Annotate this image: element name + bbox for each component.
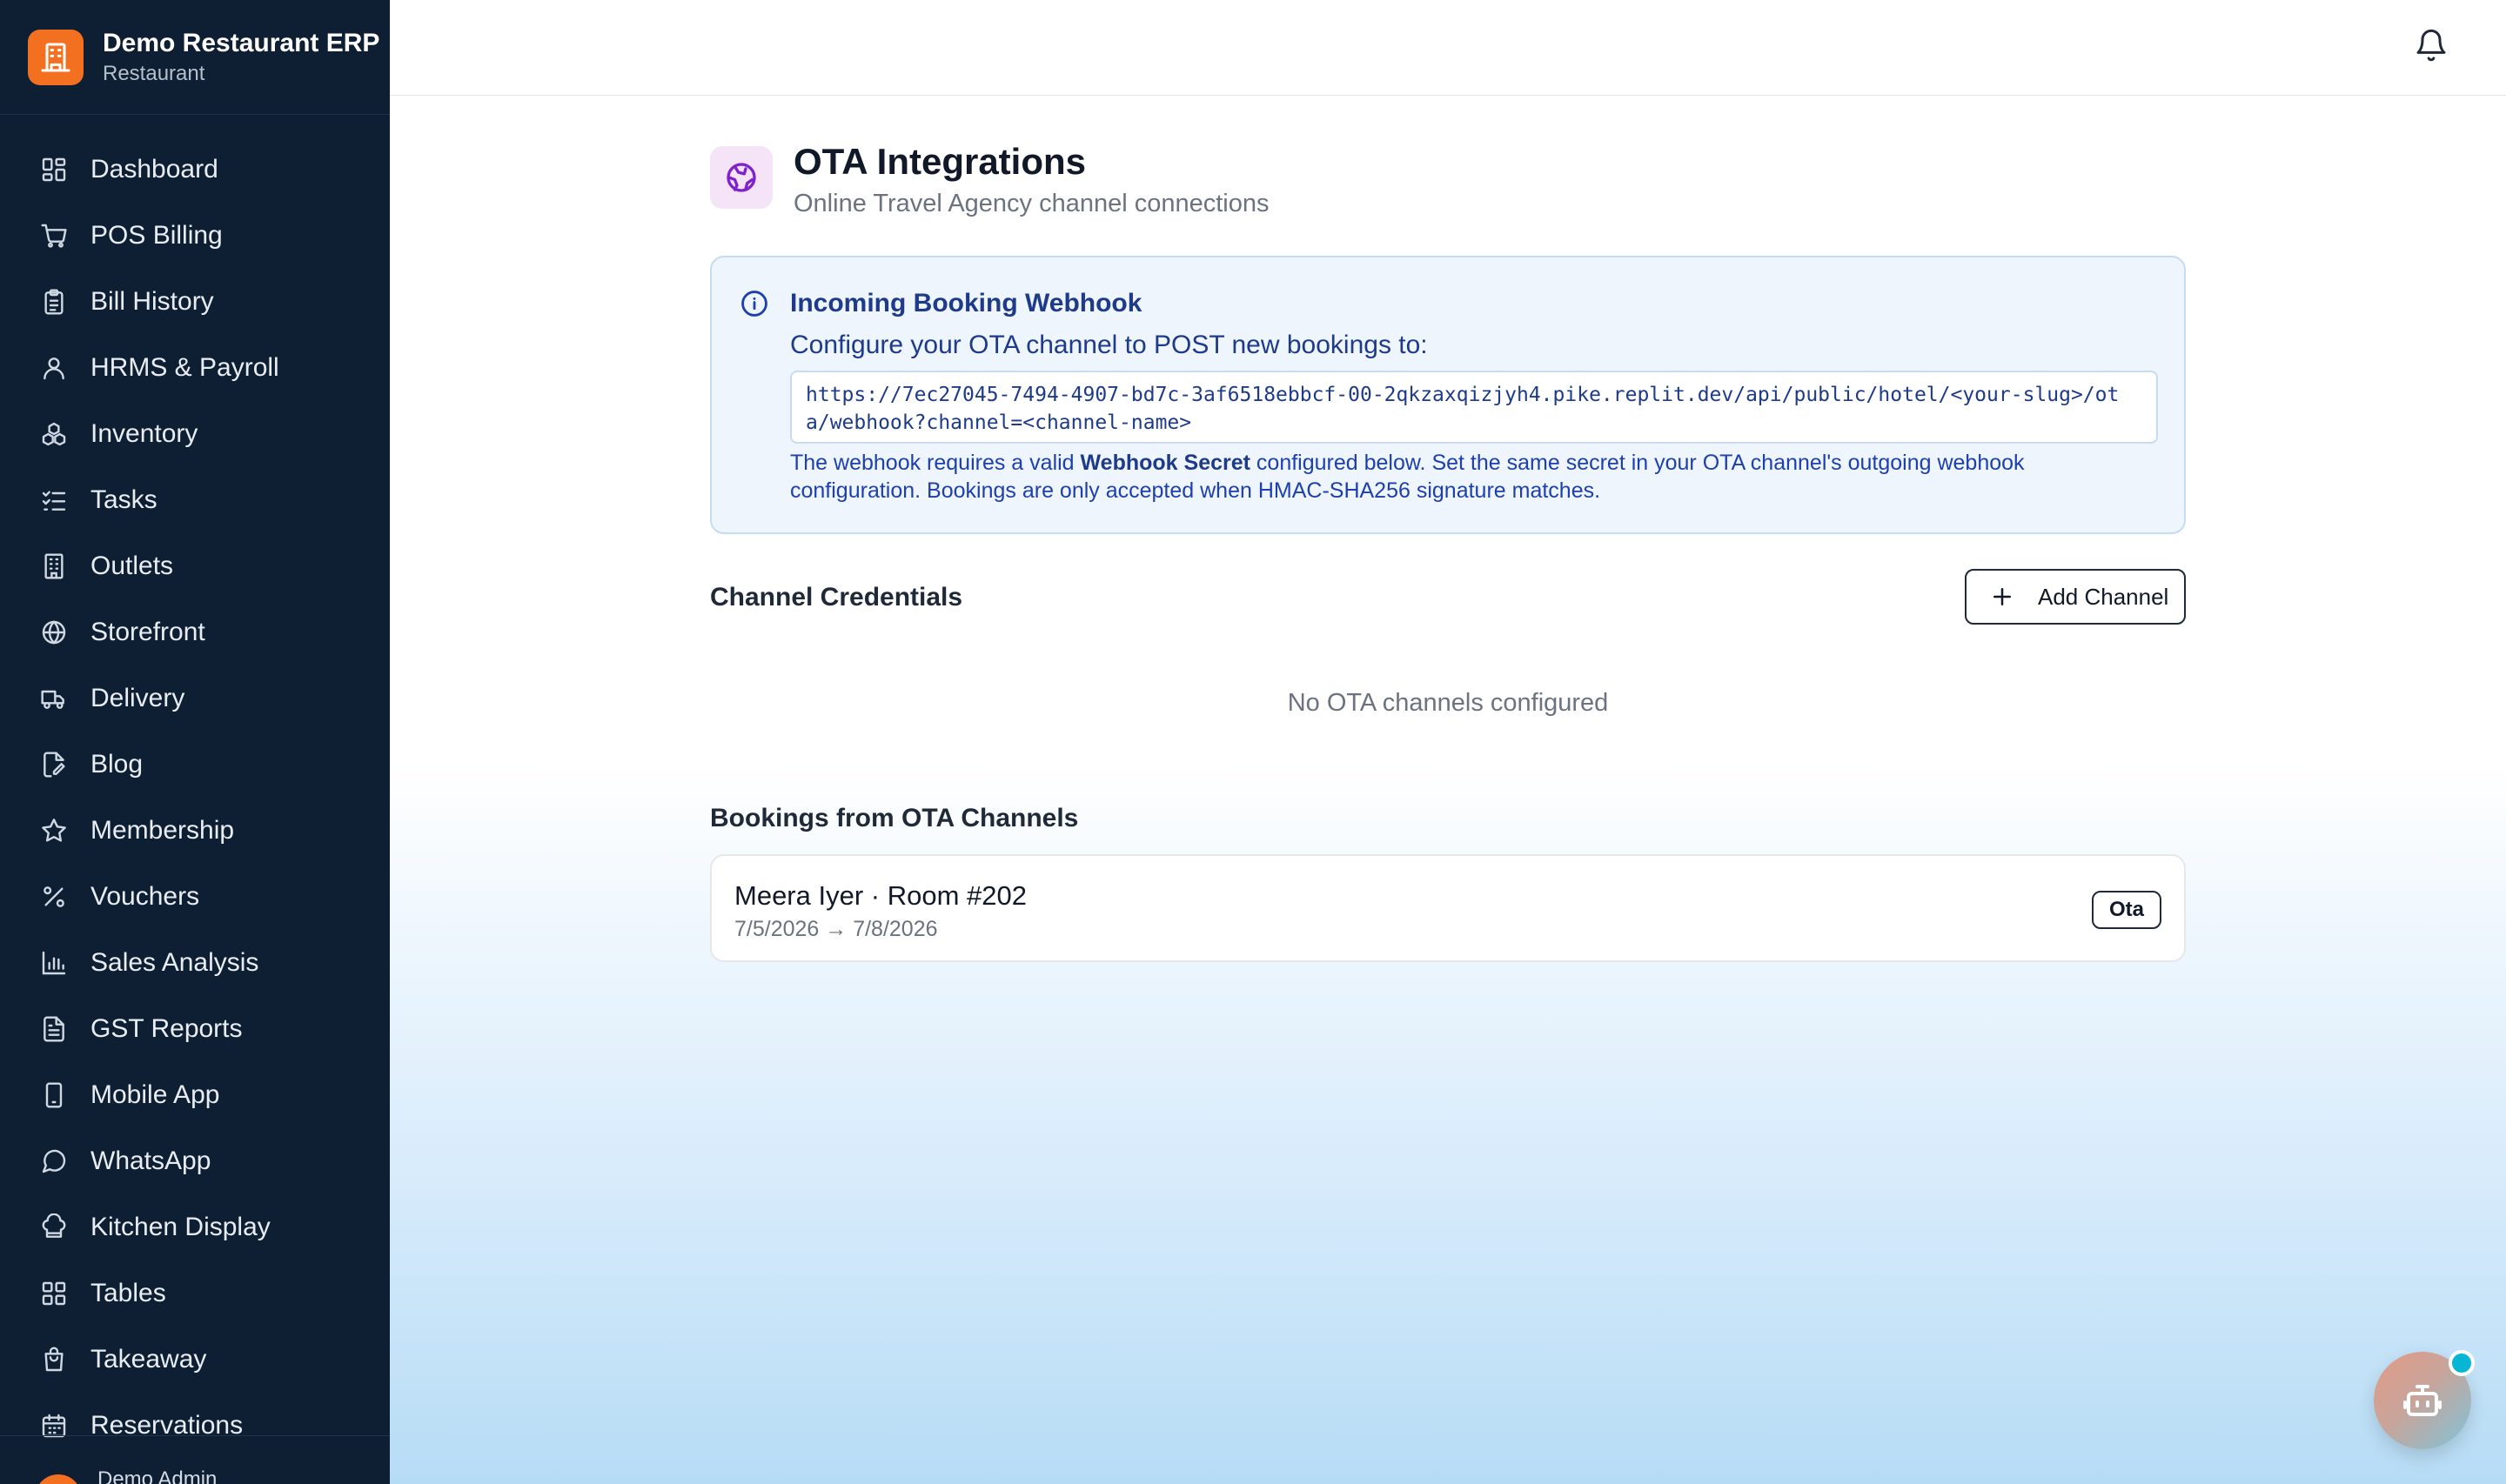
booking-dates: 7/5/2026 → 7/8/2026 (734, 917, 938, 941)
status-dot (2449, 1350, 2475, 1376)
sidebar-item-label: Delivery (90, 684, 185, 712)
sidebar-item-vouchers[interactable]: Vouchers (0, 864, 390, 930)
building-icon (28, 29, 84, 85)
truck-icon (41, 690, 64, 709)
chef-hat-icon (42, 1213, 66, 1238)
bot-icon (2403, 1385, 2442, 1416)
channel-credentials-title: Channel Credentials (710, 583, 963, 612)
sidebar-item-label: HRMS & Payroll (90, 353, 279, 382)
empty-channels-message: No OTA channels configured (1287, 689, 1609, 717)
page-title: OTA Integrations (794, 141, 1086, 182)
webhook-secret-label: Webhook Secret (1080, 451, 1250, 475)
sidebar-item-blog[interactable]: Blog (0, 732, 390, 798)
sidebar-item-label: Outlets (90, 551, 174, 580)
shopping-bag-icon (44, 1347, 64, 1372)
sidebar-item-tasks[interactable]: Tasks (0, 467, 390, 533)
bar-chart-icon (42, 951, 66, 975)
building-icon (44, 553, 64, 579)
ota-globe-icon (710, 146, 773, 209)
sidebar-item-label: Kitchen Display (90, 1213, 271, 1241)
webhook-note: The webhook requires a valid Webhook Sec… (790, 449, 2113, 505)
sidebar-item-pos-billing[interactable]: POS Billing (0, 203, 390, 269)
sidebar-item-outlets[interactable]: Outlets (0, 533, 390, 599)
file-edit-icon (44, 752, 65, 778)
bookings-title: Bookings from OTA Channels (710, 804, 1079, 832)
bell-icon[interactable] (2414, 28, 2449, 63)
sidebar-nav: Dashboard POS Billing Bill History HRMS … (0, 137, 390, 1459)
info-icon (741, 291, 767, 317)
star-icon (42, 819, 66, 842)
sidebar-item-bill-history[interactable]: Bill History (0, 269, 390, 335)
user-profile[interactable]: Demo Admin (0, 1435, 390, 1484)
sidebar-item-label: Takeaway (90, 1345, 207, 1374)
add-channel-label: Add Channel (2038, 583, 2169, 610)
sidebar-item-inventory[interactable]: Inventory (0, 401, 390, 467)
plus-icon (1993, 588, 2011, 605)
sidebar-item-label: Dashboard (90, 155, 218, 184)
sidebar-item-label: Blog (90, 750, 144, 779)
sidebar-item-gst-reports[interactable]: GST Reports (0, 996, 390, 1062)
user-name: Demo Admin (97, 1467, 218, 1484)
smartphone-icon (45, 1082, 63, 1108)
page-subtitle: Online Travel Agency channel connections (794, 190, 1270, 217)
sidebar-item-tables[interactable]: Tables (0, 1260, 390, 1327)
sidebar-item-label: Tasks (90, 485, 157, 514)
sidebar-item-label: Mobile App (90, 1080, 220, 1109)
sidebar-item-storefront[interactable]: Storefront (0, 599, 390, 665)
booking-row[interactable]: Meera Iyer · Room #202 7/5/2026 → 7/8/20… (710, 854, 2186, 962)
sidebar-item-label: WhatsApp (90, 1146, 211, 1175)
grid-icon (42, 157, 66, 182)
booking-guest-room: Meera Iyer · Room #202 (734, 880, 1027, 911)
webhook-title: Incoming Booking Webhook (790, 289, 1142, 318)
add-channel-button[interactable]: Add Channel (1965, 569, 2186, 625)
webhook-info-card: Incoming Booking Webhook Configure your … (710, 256, 2186, 534)
cart-icon (41, 224, 67, 248)
webhook-url[interactable]: https://7ec27045-7494-4907-bd7c-3af6518e… (790, 371, 2158, 444)
sidebar-item-hrms-payroll[interactable]: HRMS & Payroll (0, 335, 390, 401)
percent-icon (44, 886, 64, 907)
sidebar-item-sales-analysis[interactable]: Sales Analysis (0, 930, 390, 996)
sidebar-item-kitchen-display[interactable]: Kitchen Display (0, 1194, 390, 1260)
boxes-icon (42, 422, 66, 446)
sidebar-item-label: Storefront (90, 618, 205, 646)
globe-icon (42, 620, 66, 645)
top-bar (390, 0, 2506, 96)
sidebar-item-whatsapp[interactable]: WhatsApp (0, 1128, 390, 1194)
sidebar-item-membership[interactable]: Membership (0, 798, 390, 864)
sidebar-item-label: Inventory (90, 419, 198, 448)
sidebar-item-delivery[interactable]: Delivery (0, 665, 390, 732)
sidebar-item-mobile-app[interactable]: Mobile App (0, 1062, 390, 1128)
message-circle-icon (42, 1149, 66, 1173)
sidebar-item-takeaway[interactable]: Takeaway (0, 1327, 390, 1393)
sidebar-item-label: Sales Analysis (90, 948, 259, 977)
webhook-note-prefix: The webhook requires a valid (790, 451, 1075, 475)
clipboard-icon (44, 289, 64, 315)
avatar (35, 1474, 82, 1484)
checklist-icon (42, 491, 66, 511)
sidebar-item-label: Membership (90, 816, 235, 845)
sidebar-item-label: Bill History (90, 287, 214, 316)
booking-source-badge: Ota (2091, 891, 2161, 929)
brand-subtitle: Restaurant (103, 61, 205, 85)
sidebar-item-label: GST Reports (90, 1014, 243, 1043)
user-icon (44, 358, 64, 380)
brand-name: Demo Restaurant ERP (103, 28, 380, 57)
sidebar-item-label: Tables (90, 1279, 166, 1307)
sidebar: Demo Restaurant ERP Restaurant Dashboard… (0, 0, 390, 1484)
brand-header[interactable]: Demo Restaurant ERP Restaurant (0, 0, 390, 115)
sidebar-item-label: POS Billing (90, 221, 223, 250)
sidebar-item-dashboard[interactable]: Dashboard (0, 137, 390, 203)
file-text-icon (44, 1016, 64, 1042)
grid-icon (42, 1281, 66, 1306)
sidebar-item-label: Vouchers (90, 882, 200, 911)
webhook-description: Configure your OTA channel to POST new b… (790, 331, 1428, 359)
